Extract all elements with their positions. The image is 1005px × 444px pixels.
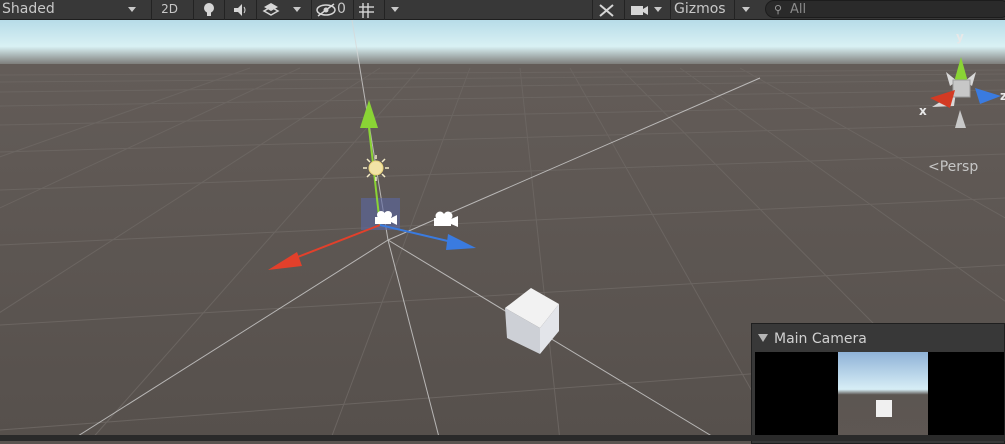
- speaker-icon: [234, 4, 246, 16]
- camera-preview-title: Main Camera: [774, 331, 867, 347]
- collapse-triangle-icon[interactable]: [758, 334, 768, 342]
- chevron-down-icon: [293, 7, 301, 12]
- effects-toggle[interactable]: [256, 0, 286, 20]
- projection-label: Persp: [939, 159, 979, 175]
- camera-settings-dropdown[interactable]: [624, 0, 666, 20]
- hidden-objects-toggle[interactable]: 0: [311, 0, 351, 20]
- chevron-down-icon: [654, 7, 662, 12]
- chevron-down-icon: [391, 7, 399, 12]
- scene-search-field[interactable]: ⚲ All: [765, 0, 1005, 18]
- tools-icon: [599, 4, 614, 17]
- eye-slash-icon: [316, 3, 336, 17]
- shading-mode-label: Shaded: [2, 1, 55, 17]
- gizmos-label: Gizmos: [674, 1, 726, 17]
- camera-preview-view: [755, 352, 1004, 441]
- shading-mode-dropdown[interactable]: Shaded: [0, 0, 147, 20]
- search-placeholder: All: [790, 2, 807, 17]
- tools-toggle[interactable]: [592, 0, 620, 20]
- persp-chevron-icon: <: [928, 159, 940, 175]
- layers-icon: [262, 3, 280, 16]
- chevron-down-icon: [742, 7, 750, 12]
- gizmos-dropdown[interactable]: [734, 0, 756, 20]
- viewport-bottom-border: [0, 435, 1005, 441]
- grid-icon: [359, 3, 374, 18]
- grid-dropdown[interactable]: [384, 0, 404, 20]
- mode-2d-button[interactable]: 2D: [151, 0, 187, 20]
- lighting-toggle[interactable]: [193, 0, 223, 20]
- video-camera-icon: [631, 6, 648, 15]
- camera-preview-panel: Main Camera: [751, 323, 1005, 444]
- skybox: [0, 20, 1005, 68]
- audio-toggle[interactable]: [224, 0, 254, 20]
- camera-preview-render: [838, 352, 928, 441]
- gizmos-button[interactable]: Gizmos: [670, 0, 733, 20]
- mode-2d-label: 2D: [161, 2, 178, 16]
- preview-cube: [876, 400, 892, 417]
- orientation-z-label: z: [1000, 89, 1005, 103]
- scene-toolbar: Shaded 2D 0 Gizmos ⚲ All: [0, 0, 1005, 20]
- search-icon: ⚲: [774, 3, 783, 16]
- orientation-x-label: x: [919, 104, 927, 118]
- scene-viewport[interactable]: y x z <Persp Main Camera: [0, 20, 1005, 444]
- grid-toggle[interactable]: [353, 0, 383, 20]
- projection-toggle[interactable]: <Persp: [928, 159, 978, 175]
- orientation-y-label: y: [956, 30, 964, 44]
- hidden-objects-count: 0: [337, 1, 346, 17]
- camera-preview-header[interactable]: Main Camera: [752, 324, 1004, 351]
- light-bulb-icon: [204, 3, 214, 16]
- chevron-down-icon: [128, 7, 136, 12]
- effects-dropdown[interactable]: [287, 0, 307, 20]
